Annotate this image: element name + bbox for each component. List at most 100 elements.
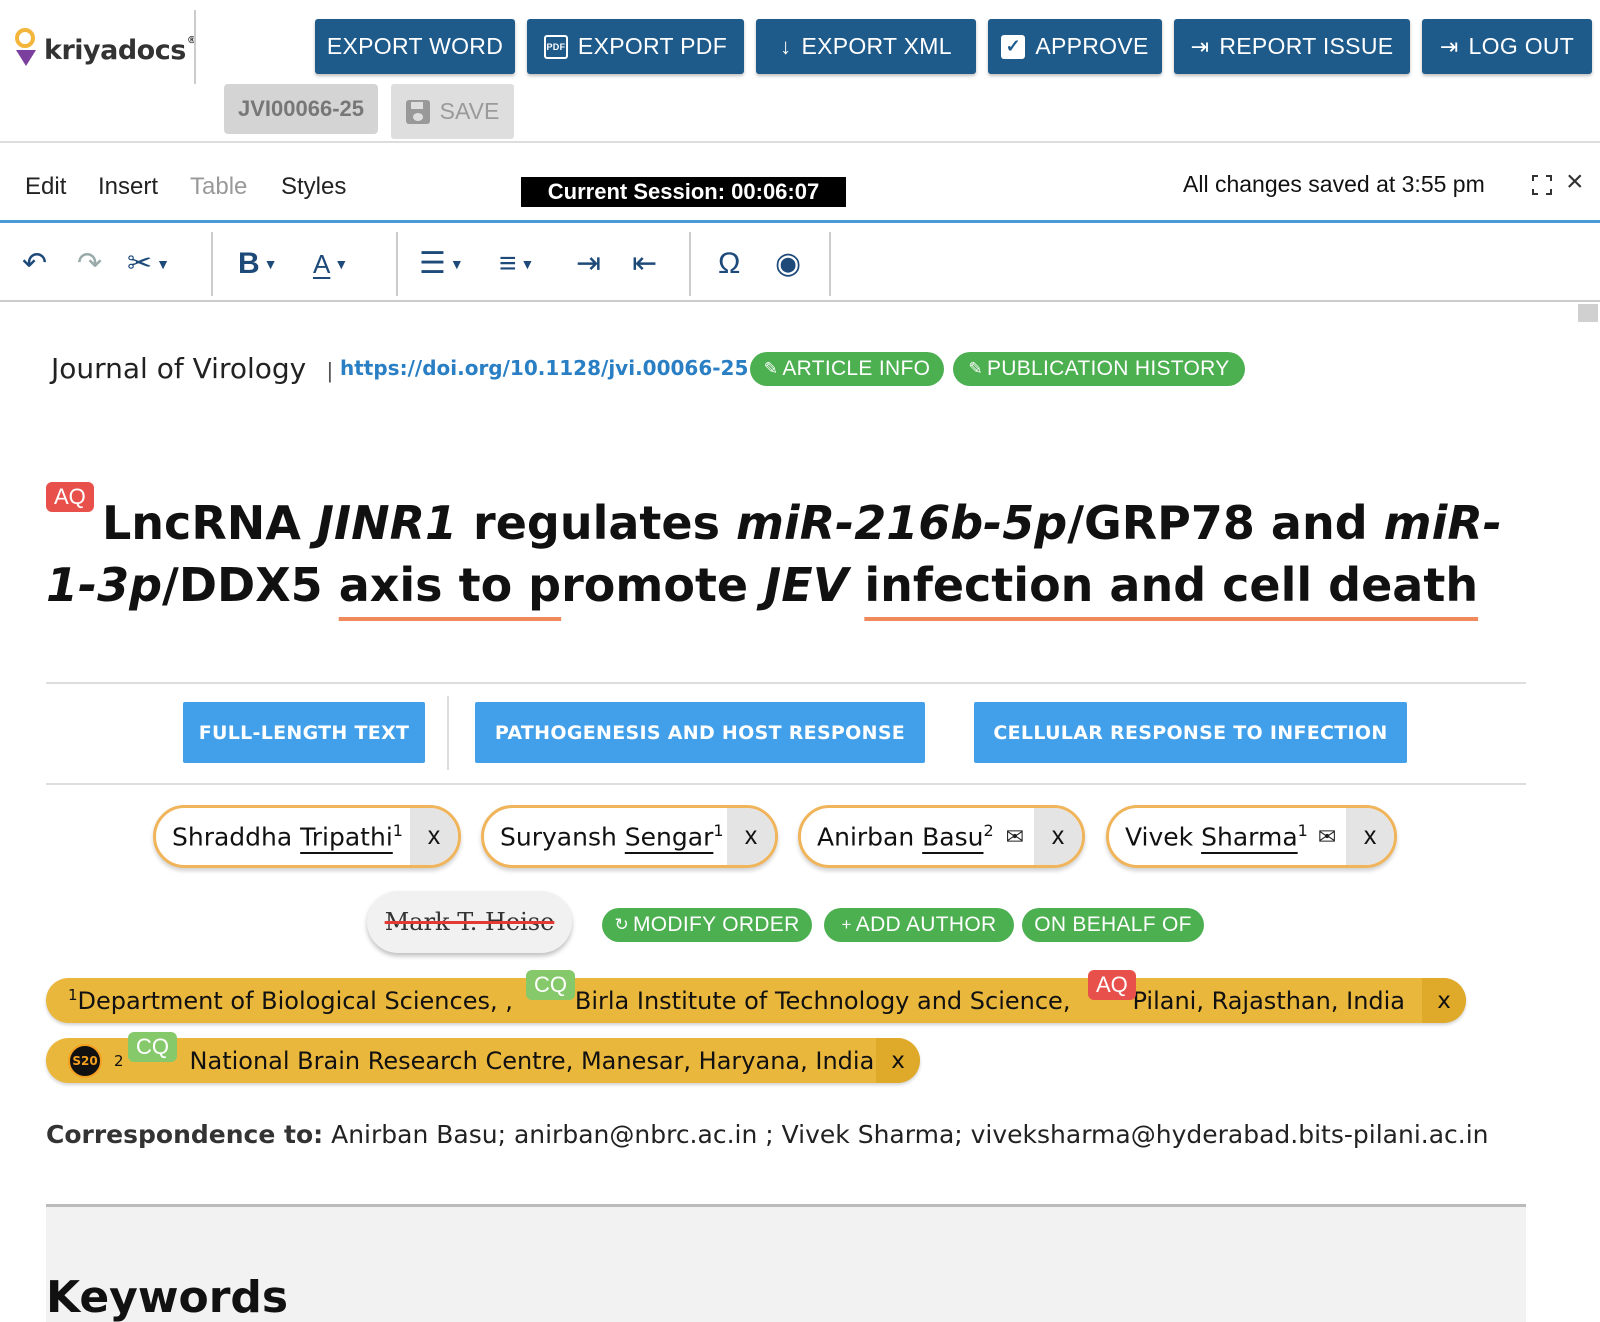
indent-icon[interactable]: ⇥ — [576, 244, 601, 284]
add-author-button[interactable]: + ADD AUTHOR — [824, 908, 1014, 942]
scissors-icon[interactable]: ✂ ▼ — [127, 244, 170, 284]
aq-badge[interactable]: AQ — [1088, 970, 1136, 1000]
affiliation-text[interactable]: Pilani, Rajasthan, India — [1132, 987, 1405, 1015]
export-pdf-button[interactable]: PDF EXPORT PDF — [527, 19, 744, 74]
scrollbar[interactable] — [1576, 302, 1600, 1322]
eye-icon[interactable]: ◉ — [775, 244, 801, 284]
log-out-label: LOG OUT — [1468, 33, 1575, 59]
menu-table[interactable]: Table — [190, 173, 247, 201]
category-full-length-text[interactable]: FULL-LENGTH TEXT — [183, 702, 425, 763]
logo-mark-icon — [12, 28, 40, 72]
remove-author-button[interactable]: x — [727, 808, 775, 865]
editor-window: kriyadocs® EXPORT WORD PDF EXPORT PDF ↓ … — [0, 0, 1600, 1322]
on-behalf-of-button[interactable]: ON BEHALF OF — [1022, 908, 1204, 942]
remove-affiliation-button[interactable]: x — [876, 1038, 920, 1083]
export-word-button[interactable]: EXPORT WORD — [315, 19, 515, 74]
pencil-icon: ✎ — [968, 359, 983, 378]
save-label: SAVE — [439, 98, 500, 124]
publication-history-button[interactable]: ✎ PUBLICATION HISTORY — [953, 352, 1245, 386]
pencil-icon: ✎ — [763, 359, 779, 378]
approve-label: APPROVE — [1035, 33, 1149, 59]
keywords-section: Keywords — [46, 1204, 1526, 1322]
menu-edit[interactable]: Edit — [25, 173, 66, 201]
logo-divider — [194, 10, 196, 84]
save-button[interactable]: SAVE — [391, 84, 514, 139]
author-chip[interactable]: Suryansh Sengar1 x — [481, 805, 778, 868]
fullscreen-icon[interactable] — [1532, 175, 1552, 195]
omega-icon[interactable]: Ω — [718, 244, 740, 284]
envelope-icon: ✉ — [1005, 823, 1024, 849]
menu-styles[interactable]: Styles — [281, 173, 346, 201]
approve-button[interactable]: ✓ APPROVE — [988, 19, 1162, 74]
log-out-button[interactable]: ⇥ LOG OUT — [1422, 19, 1592, 74]
modify-order-button[interactable]: ↻ MODIFY ORDER — [602, 908, 812, 942]
numbered-list-icon[interactable]: ≡ ▼ — [499, 244, 534, 284]
remove-author-button[interactable]: x — [1034, 808, 1082, 865]
formatting-toolbar: ↶ ↷ ✂ ▼ B ▼ A ▼ ☰ ▼ ≡ ▼ ⇥ ⇤ Ω ◉ — [0, 226, 1600, 302]
s20-badge-icon: S20 — [68, 1043, 102, 1078]
sign-in-icon: ⇥ — [1190, 33, 1210, 59]
logo-text: kriyadocs® — [44, 34, 197, 66]
session-timer: Current Session: 00:06:07 — [521, 177, 846, 207]
manuscript-id-badge: JVI00066-25 — [224, 84, 378, 134]
affiliation-text[interactable]: 1Department of Biological Sciences, , — [46, 986, 513, 1015]
category-cellular-response[interactable]: CELLULAR RESPONSE TO INFECTION — [974, 702, 1407, 763]
affiliation-text[interactable]: National Brain Research Centre, Manesar,… — [190, 1047, 875, 1075]
removed-author-chip[interactable]: Mark T. Heise — [367, 891, 572, 953]
export-xml-button[interactable]: ↓ EXPORT XML — [756, 19, 976, 74]
export-pdf-label: EXPORT PDF — [577, 33, 728, 59]
article-info-button[interactable]: ✎ ARTICLE INFO — [750, 352, 944, 386]
export-xml-label: EXPORT XML — [801, 33, 952, 59]
report-issue-label: REPORT ISSUE — [1219, 33, 1394, 59]
saved-status: All changes saved at 3:55 pm — [1183, 171, 1485, 197]
download-arrow-icon: ↓ — [780, 33, 792, 59]
keywords-heading: Keywords — [46, 1272, 289, 1322]
bullet-list-icon[interactable]: ☰ ▼ — [419, 244, 464, 284]
correspondence[interactable]: Correspondence to: Anirban Basu; anirban… — [46, 1120, 1489, 1149]
author-name[interactable]: Suryansh Sengar1 — [484, 821, 727, 851]
plus-icon: + — [841, 915, 852, 934]
doi-separator: | — [327, 358, 333, 383]
close-icon[interactable]: × — [1566, 167, 1584, 197]
remove-author-button[interactable]: x — [1346, 808, 1394, 865]
divider — [46, 783, 1526, 785]
category-divider — [447, 696, 449, 770]
menu-bar: Edit Insert Table Styles Current Session… — [0, 145, 1600, 223]
doi-link[interactable]: https://doi.org/10.1128/jvi.00066-25 — [340, 356, 748, 380]
journal-name: Journal of Virology — [51, 352, 307, 385]
redo-icon[interactable]: ↷ — [77, 244, 102, 284]
envelope-icon: ✉ — [1317, 823, 1337, 849]
kriyadocs-logo[interactable]: kriyadocs® — [12, 28, 197, 72]
article-title[interactable]: LncRNA JINR1 regulates miR-216b-5p/GRP78… — [46, 492, 1506, 616]
author-chip[interactable]: Anirban Basu2 ✉ x — [798, 805, 1085, 868]
divider — [46, 682, 1526, 684]
cq-badge[interactable]: CQ — [526, 970, 575, 1000]
cq-badge[interactable]: CQ — [128, 1032, 177, 1062]
author-name[interactable]: Vivek Sharma1 — [1109, 821, 1308, 851]
floppy-disk-icon — [405, 99, 430, 124]
sign-in-icon: ⇥ — [1439, 33, 1459, 59]
author-name[interactable]: Anirban Basu2 — [801, 821, 996, 851]
scroll-thumb[interactable] — [1578, 304, 1598, 322]
top-header: kriyadocs® EXPORT WORD PDF EXPORT PDF ↓ … — [0, 0, 1600, 143]
checkbox-icon: ✓ — [1001, 34, 1026, 59]
affiliation-text[interactable]: Birla Institute of Technology and Scienc… — [575, 987, 1071, 1015]
document-area: Journal of Virology | https://doi.org/10… — [0, 302, 1576, 1322]
affiliation-1[interactable]: 1Department of Biological Sciences, , Bi… — [46, 978, 1466, 1023]
undo-icon[interactable]: ↶ — [22, 244, 47, 284]
category-pathogenesis[interactable]: PATHOGENESIS AND HOST RESPONSE — [475, 702, 925, 763]
author-chip[interactable]: Vivek Sharma1 ✉ x — [1106, 805, 1397, 868]
author-name[interactable]: Shraddha Tripathi1 — [156, 821, 410, 851]
affiliation-2[interactable]: S20 2 National Brain Research Centre, Ma… — [46, 1038, 920, 1083]
outdent-icon[interactable]: ⇤ — [632, 244, 657, 284]
export-word-label: EXPORT WORD — [326, 33, 504, 59]
menu-insert[interactable]: Insert — [98, 173, 158, 201]
pdf-icon: PDF — [543, 34, 568, 59]
remove-author-button[interactable]: x — [410, 808, 458, 865]
bold-icon[interactable]: B ▼ — [238, 244, 278, 284]
report-issue-button[interactable]: ⇥ REPORT ISSUE — [1174, 19, 1410, 74]
author-chip[interactable]: Shraddha Tripathi1 x — [153, 805, 461, 868]
refresh-icon: ↻ — [614, 915, 629, 934]
remove-affiliation-button[interactable]: x — [1422, 978, 1466, 1023]
font-color-icon[interactable]: A ▼ — [313, 244, 348, 284]
